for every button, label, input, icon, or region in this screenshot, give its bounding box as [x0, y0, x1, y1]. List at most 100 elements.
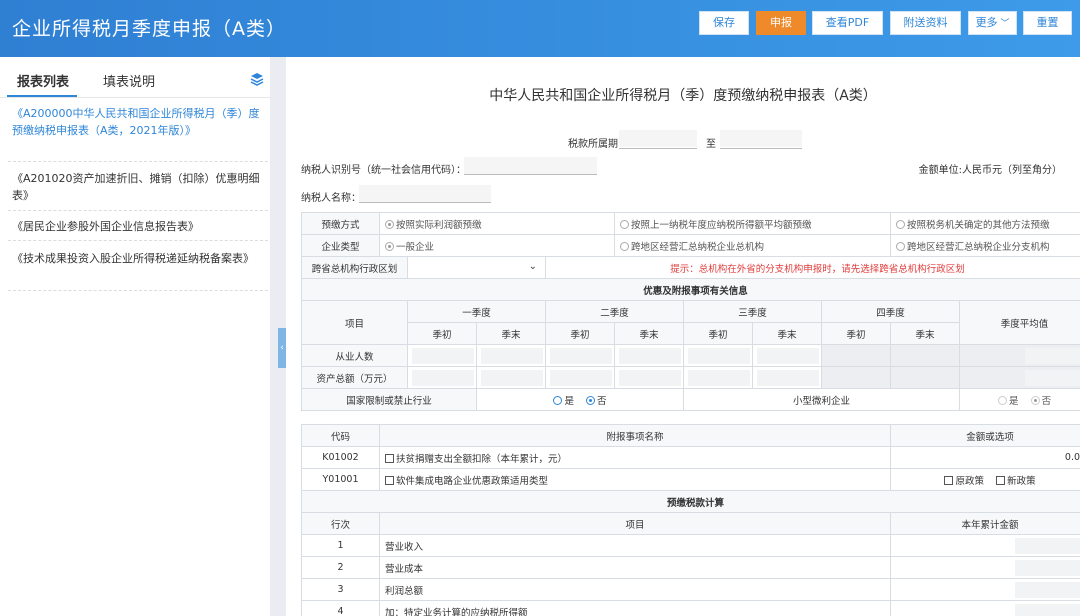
small-yes-label: 是 — [1008, 395, 1019, 407]
sidebar-divider — [8, 240, 268, 241]
small-no-option: 否 — [1030, 395, 1052, 407]
tab-report-list[interactable]: 报表列表 — [17, 71, 69, 90]
employees-q3-start-input[interactable] — [688, 347, 751, 364]
attached-name[interactable]: 软件集成电路企业优惠政策适用类型 — [378, 468, 892, 491]
declare-button[interactable]: 申报 — [756, 11, 806, 35]
assets-q1-start-input[interactable] — [412, 369, 474, 386]
assets-q1-end-cell[interactable] — [476, 366, 546, 389]
calc-amount-input[interactable] — [1015, 559, 1080, 576]
more-label: 更多 — [975, 16, 998, 29]
assets-q3-end-cell[interactable] — [752, 366, 823, 389]
reset-button[interactable]: 重置 — [1023, 11, 1072, 35]
chevron-down-icon: ⌄ — [528, 260, 537, 272]
attached-row-k01002: K01002 扶贫捐赠支出全额扣除（本年累计，元） 0.00 — [301, 446, 1080, 469]
attached-value-header: 金额或选项 — [890, 424, 1080, 447]
assets-q3-start-cell[interactable] — [683, 366, 754, 389]
assets-q4-start-cell — [821, 366, 892, 389]
sidebar-item-a200000[interactable]: 《A200000中华人民共和国企业所得税月（季）度预缴纳税申报表（A类，2021… — [12, 105, 260, 139]
calc-row: 2 营业成本 — [301, 556, 1080, 579]
attached-value[interactable]: 0.00 — [890, 446, 1080, 469]
employees-q1-end-input[interactable] — [481, 347, 543, 364]
calc-item-header: 项目 — [378, 512, 892, 535]
employees-q2-end-input[interactable] — [619, 347, 682, 364]
employees-q1-start-cell[interactable] — [407, 344, 477, 367]
prepay-method-label: 预缴方式 — [301, 212, 380, 235]
sidebar-item-a201020[interactable]: 《A201020资产加速折旧、摊销（扣除）优惠明细表》 — [12, 170, 260, 204]
taxpayer-id-underline — [464, 174, 597, 175]
old-policy-option[interactable]: 原政策 — [944, 475, 984, 487]
assets-q2-start-input[interactable] — [550, 369, 613, 386]
calc-amount-cell[interactable] — [890, 556, 1080, 579]
sidebar-collapse-handle[interactable]: ‹ — [278, 328, 286, 368]
calc-amount-input[interactable] — [1015, 537, 1080, 554]
q2-header: 二季度 — [544, 300, 685, 323]
small-no-label: 否 — [1041, 395, 1052, 407]
small-low-profit-label: 小型微利企业 — [683, 388, 961, 411]
save-button[interactable]: 保存 — [699, 11, 749, 35]
assets-q2-end-cell[interactable] — [614, 366, 685, 389]
employees-q4-start-cell — [821, 344, 892, 367]
new-policy-label: 新政策 — [1007, 475, 1036, 487]
attachments-button[interactable]: 附送资料 — [890, 11, 961, 35]
assets-q1-end-input[interactable] — [481, 369, 543, 386]
old-policy-label: 原政策 — [955, 475, 984, 487]
period-start-field[interactable] — [619, 130, 697, 147]
pref-item-header: 项目 — [301, 300, 408, 345]
taxpayer-name-field[interactable] — [359, 185, 491, 202]
taxpayer-name-label: 纳税人名称： — [301, 193, 361, 204]
sidebar-item-tech-investment[interactable]: 《技术成果投资入股企业所得税递延纳税备案表》 — [12, 250, 260, 267]
employees-label: 从业人数 — [301, 344, 408, 367]
layers-icon[interactable] — [250, 72, 264, 86]
calc-line-no: 3 — [301, 578, 380, 601]
radio-icon — [896, 219, 906, 229]
employees-q3-start-cell[interactable] — [683, 344, 754, 367]
calc-section-row: 预缴税款计算 — [300, 490, 1080, 513]
enterprise-type-row: 企业类型 一般企业 跨地区经营汇总纳税企业总机构 跨地区经营汇总纳税企业分支机构 — [301, 234, 1080, 257]
q1-end-header: 季末 — [476, 322, 546, 345]
prepay-option-other[interactable]: 按照税务机关确定的其他方法预缴 — [890, 212, 1080, 235]
enterprise-option-head[interactable]: 跨地区经营汇总纳税企业总机构 — [614, 234, 892, 257]
employees-q2-end-cell[interactable] — [614, 344, 685, 367]
calc-amount-cell[interactable] — [890, 600, 1080, 616]
period-end-field[interactable] — [720, 130, 802, 147]
more-button[interactable]: 更多 ﹀ — [968, 11, 1017, 35]
assets-q2-end-input[interactable] — [619, 369, 682, 386]
employees-q4-end-cell — [890, 344, 961, 367]
tab-fill-instructions[interactable]: 填表说明 — [103, 71, 155, 90]
employees-q2-start-input[interactable] — [550, 347, 613, 364]
employees-q3-end-input[interactable] — [757, 347, 820, 364]
employees-q2-start-cell[interactable] — [544, 344, 616, 367]
taxpayer-id-field[interactable] — [464, 157, 597, 174]
q4-start-header: 季初 — [821, 322, 892, 345]
assets-q1-start-cell[interactable] — [407, 366, 477, 389]
calc-amount-cell[interactable] — [890, 534, 1080, 557]
taxpayer-name-underline — [359, 202, 491, 203]
prepay-option-average[interactable]: 按照上一纳税年度应纳税所得额平均额预缴 — [614, 212, 892, 235]
q2-end-header: 季末 — [614, 322, 685, 345]
new-policy-option[interactable]: 新政策 — [996, 475, 1036, 487]
calc-amount-input[interactable] — [1015, 603, 1080, 616]
calc-amount-input[interactable] — [1015, 581, 1080, 598]
region-select[interactable]: ⌄ — [407, 256, 546, 279]
restricted-yes-option[interactable]: 是 — [553, 395, 574, 407]
period-label: 税款所属期 — [568, 139, 618, 150]
calc-amount-header: 本年累计金额 — [890, 512, 1080, 535]
prepay-option-actual[interactable]: 按照实际利润额预缴 — [378, 212, 616, 235]
employees-q1-end-cell[interactable] — [476, 344, 546, 367]
enterprise-option-branch[interactable]: 跨地区经营汇总纳税企业分支机构 — [890, 234, 1080, 257]
radio-icon — [620, 241, 630, 251]
radio-icon — [586, 395, 596, 405]
assets-q3-end-input[interactable] — [757, 369, 820, 386]
assets-q3-start-input[interactable] — [688, 369, 751, 386]
restricted-no-option[interactable]: 否 — [586, 395, 607, 407]
sidebar-item-foreign-equity[interactable]: 《居民企业参股外国企业信息报告表》 — [12, 218, 260, 235]
employees-q3-end-cell[interactable] — [752, 344, 823, 367]
view-pdf-button[interactable]: 查看PDF — [812, 11, 883, 35]
assets-q2-start-cell[interactable] — [544, 366, 616, 389]
employees-q1-start-input[interactable] — [412, 347, 474, 364]
restricted-industry-row: 国家限制或禁止行业 是 否 小型微利企业 是 否 — [301, 388, 1080, 411]
enterprise-option-general[interactable]: 一般企业 — [378, 234, 616, 257]
attached-name[interactable]: 扶贫捐赠支出全额扣除（本年累计，元） — [378, 446, 892, 469]
calc-amount-cell[interactable] — [890, 578, 1080, 601]
spacer-cell — [301, 410, 1080, 425]
